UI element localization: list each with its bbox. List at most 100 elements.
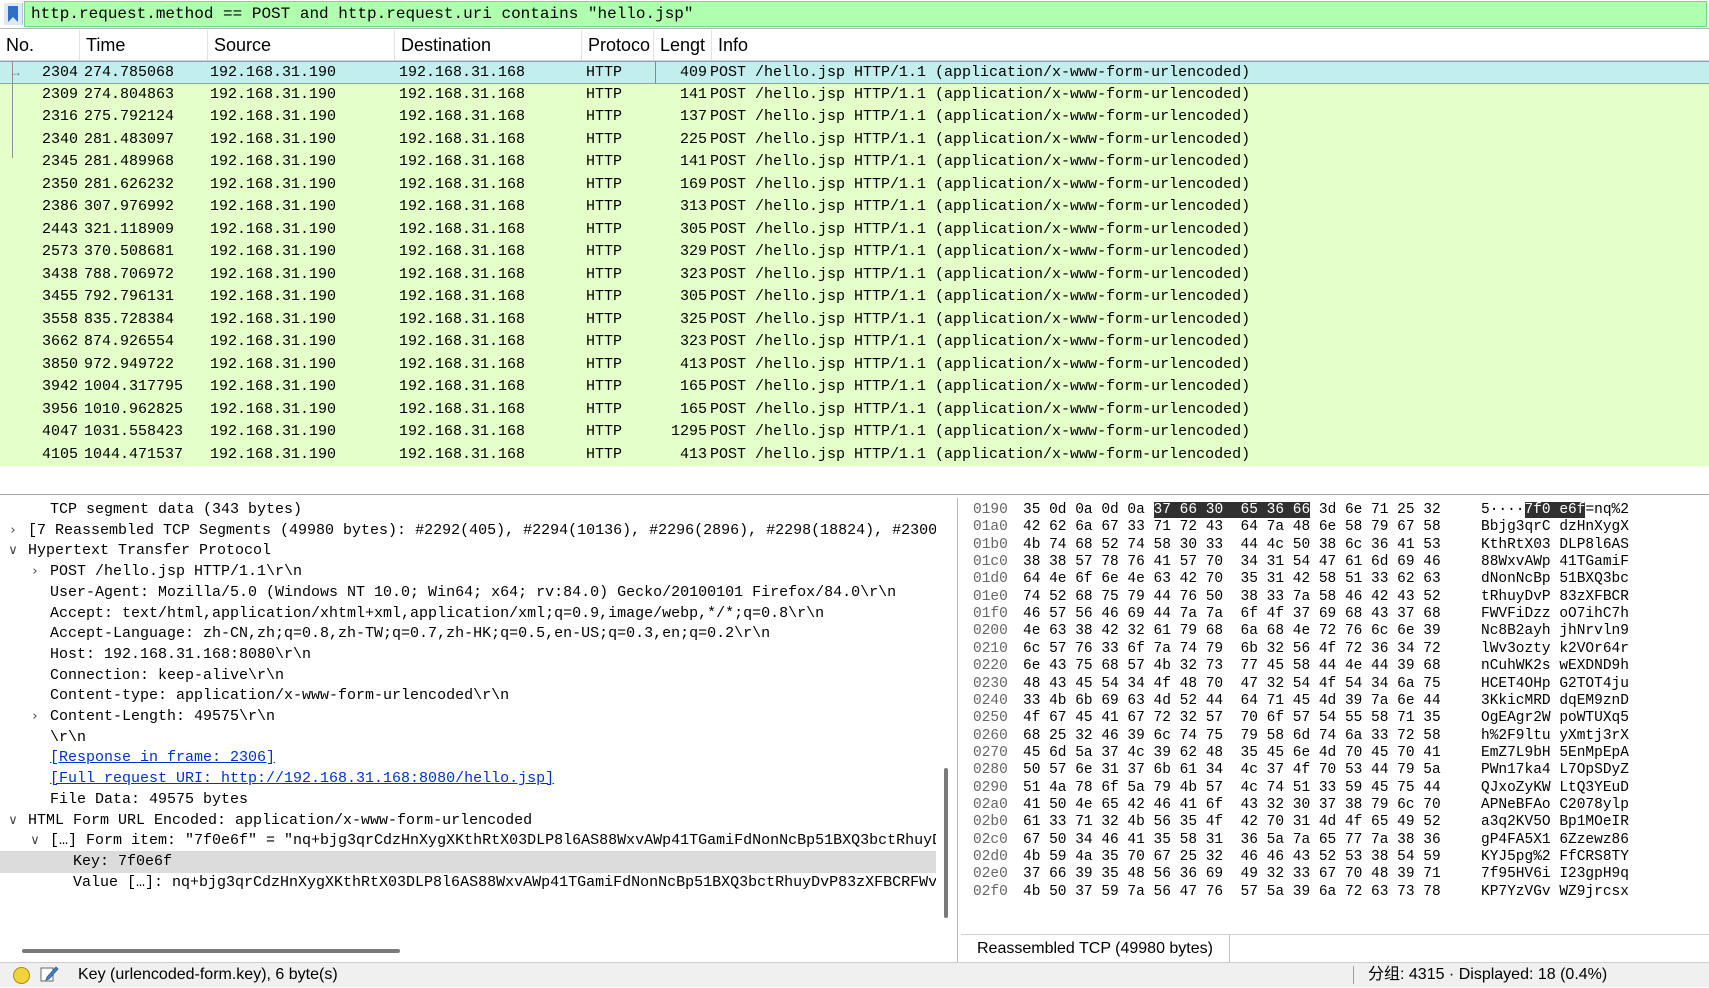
packet-length: 169: [679, 175, 707, 193]
detail-row-selected[interactable]: Key: 7f0e6f: [0, 850, 936, 874]
bytes-ascii: Nc8B2ayh jhNrvln9: [1481, 622, 1629, 641]
column-header-protocol[interactable]: Protoco: [582, 30, 654, 60]
packet-row[interactable]: 2386 307.976992 192.168.31.190 192.168.31.1…: [0, 196, 1709, 219]
packet-info: POST /hello.jsp HTTP/1.1 (application/x-…: [710, 130, 1251, 148]
collapsed-arrow-icon[interactable]: ›: [28, 706, 42, 729]
packet-source: 192.168.31.190: [210, 378, 337, 395]
packet-row[interactable]: 4047 1031.558423 192.168.31.190 192.168.31.…: [0, 421, 1709, 444]
detail-row[interactable]: \r\n: [0, 727, 936, 750]
detail-text: […] Form item: "7f0e6f" = "nq+bjg3qrCdzH…: [50, 832, 936, 850]
column-header-info[interactable]: Info: [712, 30, 1709, 60]
packet-row[interactable]: 3942 1004.317795 192.168.31.190 192.168.31.…: [0, 376, 1709, 399]
bytes-hex-highlight: 37 66 30 65 36 66: [1153, 502, 1311, 518]
bytes-ascii: tRhuyDvP 83zXFBCR: [1481, 588, 1629, 607]
packet-destination: 192.168.31.168: [399, 198, 526, 215]
packet-row-selected[interactable]: 2304 274.785068 192.168.31.190 192.168.31.1…: [0, 61, 1709, 84]
detail-row[interactable]: Accept: text/html,application/xhtml+xml,…: [0, 603, 936, 626]
bytes-hex: 42 62 6a 67 33 71 72 43 64 7a 48 6e 58 7…: [1023, 518, 1441, 537]
packet-length: 165: [679, 400, 707, 418]
detail-row[interactable]: [Response in frame: 2306]: [0, 747, 936, 770]
detail-row[interactable]: ∨ […] Form item: "7f0e6f" = "nq+bjg3qrCdz…: [0, 830, 936, 853]
bytes-hex-segment: 35 0d 0a 0d 0a: [1023, 502, 1154, 518]
display-filter-bar: http.request.method == POST and http.req…: [0, 0, 1709, 29]
collapsed-arrow-icon[interactable]: ›: [6, 520, 20, 543]
detail-row[interactable]: ∨ Hypertext Transfer Protocol: [0, 540, 936, 563]
bytes-ascii: nCuhWK2s wEXDND9h: [1481, 657, 1629, 676]
detail-text: Content-Length: 49575\r\n: [50, 708, 276, 725]
bytes-hex-segment: 4e 63 38 42 32 61 79 68 6a 68 4e 72 76 6…: [1023, 623, 1441, 640]
display-filter-input[interactable]: http.request.method == POST and http.req…: [24, 1, 1707, 27]
packet-row[interactable]: 3558 835.728384 192.168.31.190 192.168.31.1…: [0, 308, 1709, 331]
packet-row[interactable]: 2345 281.489968 192.168.31.190 192.168.31.1…: [0, 151, 1709, 174]
packet-number: 3455: [41, 288, 78, 305]
expanded-arrow-icon[interactable]: ∨: [6, 540, 20, 563]
column-header-no[interactable]: No.: [0, 30, 80, 60]
expert-info-icon[interactable]: [13, 967, 30, 984]
packet-row[interactable]: 3662 874.926554 192.168.31.190 192.168.31.1…: [0, 331, 1709, 354]
collapsed-arrow-icon[interactable]: ›: [28, 561, 42, 584]
capture-comment-icon[interactable]: [40, 965, 60, 988]
bytes-ascii-segment: OgEAgr2W poWTUXq5: [1481, 710, 1629, 727]
packet-row[interactable]: 3956 1010.962825 192.168.31.190 192.168.31.…: [0, 398, 1709, 421]
bytes-hex: 37 66 39 35 48 56 36 69 49 32 33 67 70 4…: [1023, 865, 1441, 884]
packet-row[interactable]: 2340 281.483097 192.168.31.190 192.168.31.1…: [0, 128, 1709, 151]
packet-source: 192.168.31.190: [210, 85, 337, 103]
detail-row[interactable]: Accept-Language: zh-CN,zh;q=0.8,zh-TW;q=…: [0, 623, 936, 646]
detail-row[interactable]: Connection: keep-alive\r\n: [0, 665, 936, 688]
packet-length: 413: [679, 355, 707, 373]
packet-row[interactable]: 3850 972.949722 192.168.31.190 192.168.31.1…: [0, 353, 1709, 376]
column-header-time[interactable]: Time: [80, 30, 208, 60]
status-field-info: Key (urlencoded-form.key), 6 byte(s): [78, 966, 338, 983]
packet-length: 413: [679, 445, 707, 463]
packet-row[interactable]: 2573 370.508681 192.168.31.190 192.168.31.1…: [0, 241, 1709, 264]
detail-row[interactable]: Content-type: application/x-www-form-url…: [0, 685, 936, 708]
packet-row[interactable]: 2350 281.626232 192.168.31.190 192.168.31.1…: [0, 173, 1709, 196]
column-header-destination[interactable]: Destination: [395, 30, 582, 60]
packet-time: 307.976992: [84, 198, 175, 215]
packet-details-pane: TCP segment data (343 bytes) › [7 Reassemb…: [0, 498, 958, 962]
bytes-hex: 6e 43 75 68 57 4b 32 73 77 45 58 44 4e 4…: [1023, 657, 1441, 676]
expanded-arrow-icon[interactable]: ∨: [6, 810, 20, 833]
packet-time: 972.949722: [84, 355, 175, 373]
detail-row[interactable]: › POST /hello.jsp HTTP/1.1\r\n: [0, 561, 936, 584]
detail-row[interactable]: › Content-Length: 49575\r\n: [0, 706, 936, 729]
bytes-hex-segment: 38 38 57 78 76 41 57 70 34 31 54 47 61 6…: [1023, 554, 1441, 571]
detail-row[interactable]: [Full request URI: http://192.168.31.168…: [0, 768, 936, 791]
detail-row[interactable]: Value […]: nq+bjg3qrCdzHnXygXKthRtX03DLP…: [0, 872, 936, 895]
packet-source: 192.168.31.190: [210, 288, 337, 305]
bytes-offset: 02e0: [973, 866, 1008, 883]
detail-link[interactable]: [Full request URI: http://192.168.31.168…: [50, 768, 554, 791]
packet-row[interactable]: 3455 792.796131 192.168.31.190 192.168.31.1…: [0, 286, 1709, 309]
detail-link[interactable]: [Response in frame: 2306]: [50, 747, 275, 770]
packet-row[interactable]: 2443 321.118909 192.168.31.190 192.168.31.1…: [0, 218, 1709, 241]
bytes-ascii: gP4FA5X1 6Zzewz86: [1481, 831, 1629, 850]
packet-number: 4047: [41, 423, 78, 440]
detail-row[interactable]: File Data: 49575 bytes: [0, 789, 936, 812]
bytes-hex: 38 38 57 78 76 41 57 70 34 31 54 47 61 6…: [1023, 553, 1441, 572]
tab-reassembled-tcp[interactable]: Reassembled TCP (49980 bytes): [961, 935, 1230, 964]
column-header-source[interactable]: Source: [208, 30, 395, 60]
packet-source: 192.168.31.190: [210, 355, 337, 373]
column-header-length[interactable]: Lengt: [654, 30, 712, 60]
bookmark-icon: [8, 6, 18, 22]
detail-row[interactable]: ∨ HTML Form URL Encoded: application/x-ww…: [0, 810, 936, 833]
detail-row[interactable]: User-Agent: Mozilla/5.0 (Windows NT 10.0…: [0, 582, 936, 605]
detail-row[interactable]: Host: 192.168.31.168:8080\r\n: [0, 644, 936, 667]
bytes-ascii: KP7YzVGv WZ9jrcsx: [1481, 883, 1629, 902]
packet-row[interactable]: 3438 788.706972 192.168.31.190 192.168.31.1…: [0, 263, 1709, 286]
packet-row[interactable]: 4105 1044.471537 192.168.31.190 192.168.31.…: [0, 443, 1709, 466]
detail-row[interactable]: TCP segment data (343 bytes): [0, 499, 936, 522]
details-vertical-scroll-thumb[interactable]: [944, 768, 948, 918]
detail-row[interactable]: › [7 Reassembled TCP Segments (49980 byte…: [0, 520, 936, 543]
packet-source: 192.168.31.190: [210, 108, 337, 125]
details-horizontal-scroll-thumb[interactable]: [22, 949, 400, 953]
related-packet-arrow-icon: →: [10, 65, 22, 79]
bytes-hex-segment: 74 52 68 75 79 44 76 50 38 33 7a 58 46 4…: [1023, 588, 1441, 605]
packet-length: 313: [679, 198, 707, 215]
filter-bookmark-button[interactable]: [4, 3, 23, 25]
packet-row[interactable]: 2316 275.792124 192.168.31.190 192.168.31.1…: [0, 106, 1709, 129]
bytes-hex-segment: 61 33 71 32 4b 56 35 4f 42 70 31 4d 4f 6…: [1023, 814, 1441, 831]
packet-row[interactable]: 2309 274.804863 192.168.31.190 192.168.31.1…: [0, 83, 1709, 106]
bytes-hex-segment: 50 57 6e 31 37 6b 61 34 4c 37 4f 70 53 4…: [1023, 762, 1441, 779]
expanded-arrow-icon[interactable]: ∨: [28, 830, 42, 853]
